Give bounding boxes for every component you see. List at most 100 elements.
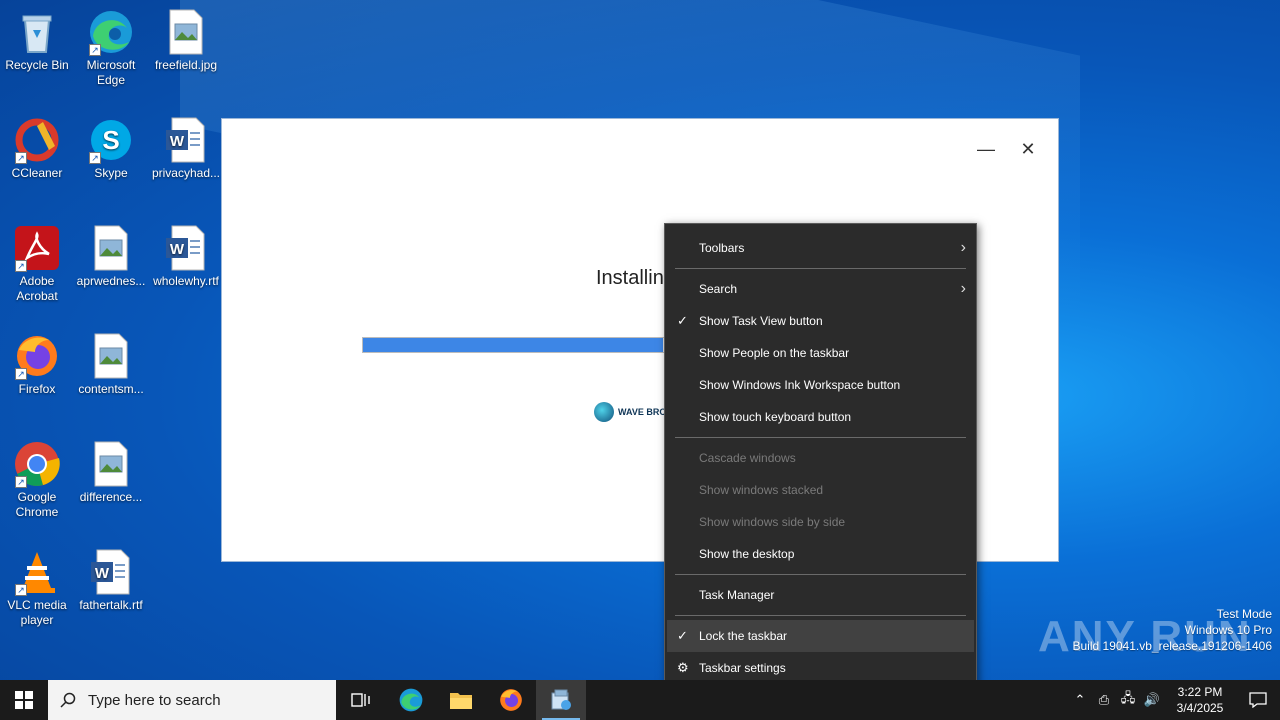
installing-status-text: Installin xyxy=(596,267,664,289)
word-doc-icon: W xyxy=(162,224,210,272)
menu-item-show-ink-workspace[interactable]: Show Windows Ink Workspace button xyxy=(667,369,974,401)
svg-text:W: W xyxy=(95,565,110,582)
desktop-icon-label: difference... xyxy=(79,490,143,504)
desktop-icon-skype[interactable]: S ↗ Skype xyxy=(74,116,148,181)
taskbar-edge-button[interactable] xyxy=(386,680,436,720)
menu-separator xyxy=(675,574,966,575)
desktop-icon-label: Adobe Acrobat xyxy=(16,274,58,303)
menu-item-show-people[interactable]: Show People on the taskbar xyxy=(667,337,974,369)
menu-item-label: Show windows side by side xyxy=(699,515,846,529)
menu-item-label: Task Manager xyxy=(699,588,775,602)
search-icon xyxy=(60,692,76,708)
file-explorer-icon xyxy=(450,693,472,709)
desktop-icon-ccleaner[interactable]: ↗ CCleaner xyxy=(0,116,74,181)
image-file-icon xyxy=(87,332,135,380)
volume-icon[interactable]: 🔊 xyxy=(1140,692,1164,708)
desktop-icon-privacyhad[interactable]: W privacyhad... xyxy=(149,116,223,181)
desktop-icon-freefield[interactable]: freefield.jpg xyxy=(149,8,223,73)
taskbar-context-menu: Toolbars › Search › ✓ Show Task View but… xyxy=(664,223,977,693)
desktop-icon-label: fathertalk.rtf xyxy=(79,598,143,612)
word-doc-icon: W xyxy=(87,548,135,596)
search-placeholder: Type here to search xyxy=(88,691,221,709)
wave-browser-logo: WAVE BROW xyxy=(594,402,675,422)
desktop-icon-firefox[interactable]: ↗ Firefox xyxy=(0,332,74,397)
menu-item-label: Search xyxy=(699,282,738,296)
desktop-icon-label: freefield.jpg xyxy=(154,58,218,72)
menu-separator xyxy=(675,615,966,616)
chevron-up-icon[interactable]: ⌃ xyxy=(1068,692,1092,708)
taskbar-installer-button[interactable] xyxy=(536,680,586,720)
menu-item-task-manager[interactable]: Task Manager xyxy=(667,579,974,611)
clock-time: 3:22 PM xyxy=(1177,685,1223,699)
image-file-icon xyxy=(162,8,210,56)
desktop-icon-vlc[interactable]: ↗ VLC media player xyxy=(0,548,74,628)
desktop-icon-wholewhy[interactable]: W wholewhy.rtf xyxy=(149,224,223,289)
network-icon[interactable]: 🖧 xyxy=(1116,689,1140,711)
task-view-icon xyxy=(351,693,370,707)
installer-app-icon xyxy=(551,689,571,710)
menu-item-label: Show windows stacked xyxy=(699,483,824,497)
taskbar: Type here to search ⌃ ⎙ 🖧 🔊 3:22 PM 3/4/… xyxy=(0,680,1280,720)
menu-item-label: Toolbars xyxy=(699,241,745,255)
device-icon[interactable]: ⎙ xyxy=(1092,692,1116,708)
desktop-icon-label: aprwednes... xyxy=(76,274,146,288)
desktop-icon-recycle-bin[interactable]: Recycle Bin xyxy=(0,8,74,73)
install-progress-fill xyxy=(363,338,664,352)
desktop-icon-adobe-acrobat[interactable]: ↗ Adobe Acrobat xyxy=(0,224,74,304)
desktop-icon-microsoft-edge[interactable]: ↗ Microsoft Edge xyxy=(74,8,148,88)
menu-item-windows-stacked: Show windows stacked xyxy=(667,474,974,506)
checkmark-icon: ✓ xyxy=(677,628,688,643)
desktop-icon-google-chrome[interactable]: ↗ Google Chrome xyxy=(0,440,74,520)
desktop-icon-difference[interactable]: difference... xyxy=(74,440,148,505)
menu-item-label: Show Windows Ink Workspace button xyxy=(699,378,901,392)
system-tray: ⌃ ⎙ 🖧 🔊 3:22 PM 3/4/2025 xyxy=(1068,680,1280,720)
shortcut-arrow-icon: ↗ xyxy=(15,260,27,272)
close-button[interactable]: ✕ xyxy=(1016,137,1040,161)
image-file-icon xyxy=(87,224,135,272)
svg-text:W: W xyxy=(170,241,185,258)
shortcut-arrow-icon: ↗ xyxy=(15,368,27,380)
menu-separator xyxy=(675,268,966,269)
action-center-button[interactable] xyxy=(1236,680,1280,720)
desktop-icon-fathertalk[interactable]: W fathertalk.rtf xyxy=(74,548,148,613)
menu-item-lock-taskbar[interactable]: ✓ Lock the taskbar xyxy=(667,620,974,652)
test-mode-text: Test Mode xyxy=(1216,607,1272,621)
menu-item-show-desktop[interactable]: Show the desktop xyxy=(667,538,974,570)
shortcut-arrow-icon: ↗ xyxy=(15,584,27,596)
desktop-icon-label: privacyhad... xyxy=(151,166,221,180)
desktop-icon-aprwednes[interactable]: aprwednes... xyxy=(74,224,148,289)
shortcut-arrow-icon: ↗ xyxy=(15,152,27,164)
menu-item-windows-side-by-side: Show windows side by side xyxy=(667,506,974,538)
task-view-button[interactable] xyxy=(336,680,386,720)
wave-logo-icon xyxy=(594,402,614,422)
edge-icon xyxy=(399,688,423,712)
taskbar-search-box[interactable]: Type here to search xyxy=(48,680,336,720)
image-file-icon xyxy=(87,440,135,488)
notification-icon xyxy=(1249,692,1267,708)
desktop-icon-label: Recycle Bin xyxy=(5,58,69,72)
minimize-button[interactable]: — xyxy=(974,137,998,161)
submenu-arrow-icon: › xyxy=(960,280,966,297)
gear-icon: ⚙ xyxy=(677,660,689,675)
firefox-icon xyxy=(500,689,522,711)
menu-item-show-task-view[interactable]: ✓ Show Task View button xyxy=(667,305,974,337)
shortcut-arrow-icon: ↗ xyxy=(89,152,101,164)
desktop-icon-contentsm[interactable]: contentsm... xyxy=(74,332,148,397)
desktop-icon-label: Firefox xyxy=(18,382,56,396)
menu-item-show-touch-keyboard[interactable]: Show touch keyboard button xyxy=(667,401,974,433)
taskbar-file-explorer-button[interactable] xyxy=(436,680,486,720)
menu-item-cascade-windows: Cascade windows xyxy=(667,442,974,474)
start-button[interactable] xyxy=(0,680,48,720)
taskbar-firefox-button[interactable] xyxy=(486,680,536,720)
ccleaner-icon: ↗ xyxy=(13,116,61,164)
menu-item-toolbars[interactable]: Toolbars › xyxy=(667,232,974,264)
desktop-icon-label: wholewhy.rtf xyxy=(153,274,219,288)
windows-logo-icon xyxy=(15,691,33,709)
taskbar-clock[interactable]: 3:22 PM 3/4/2025 xyxy=(1164,684,1236,716)
desktop-icon-label: VLC media player xyxy=(7,598,67,627)
menu-item-search[interactable]: Search › xyxy=(667,273,974,305)
checkmark-icon: ✓ xyxy=(677,313,688,328)
vlc-icon: ↗ xyxy=(13,548,61,596)
menu-item-label: Lock the taskbar xyxy=(699,629,788,643)
clock-date: 3/4/2025 xyxy=(1176,701,1224,715)
